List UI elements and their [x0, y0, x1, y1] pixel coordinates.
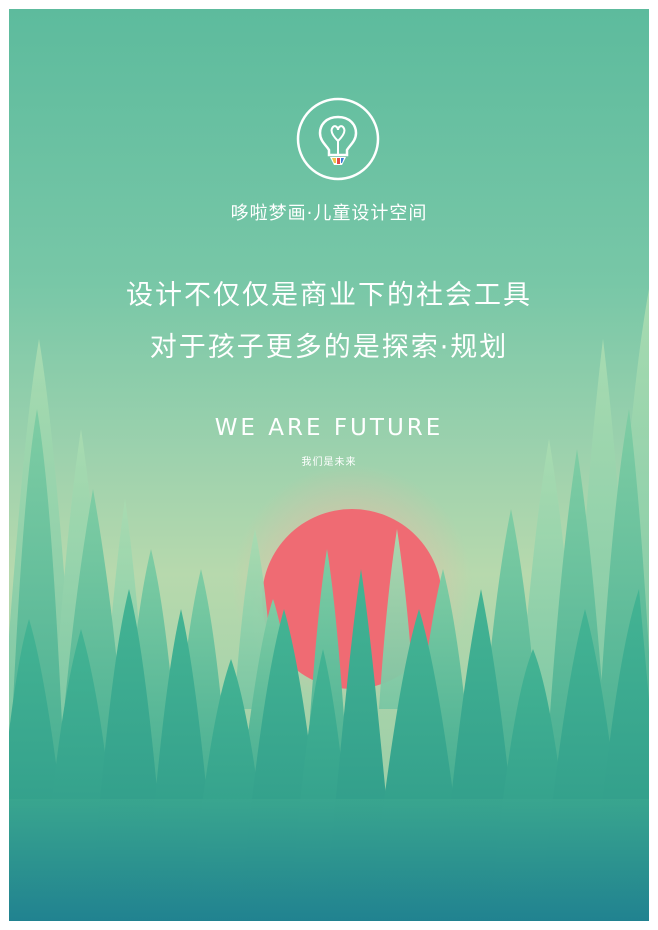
poster: 哆啦梦画·儿童设计空间 设计不仅仅是商业下的社会工具 对于孩子更多的是探索·规划…	[9, 9, 649, 921]
ground	[9, 799, 649, 921]
brand-name: 哆啦梦画·儿童设计空间	[230, 203, 428, 224]
lightbulb-heart-icon	[296, 97, 380, 181]
logo	[296, 97, 380, 181]
tagline-chinese: 我们是未来	[301, 457, 357, 468]
tagline-english: WE ARE FUTURE	[214, 415, 444, 441]
slogan-line-2: 对于孩子更多的是探索·规划	[149, 332, 509, 363]
slogan-line-1: 设计不仅仅是商业下的社会工具	[126, 280, 532, 311]
